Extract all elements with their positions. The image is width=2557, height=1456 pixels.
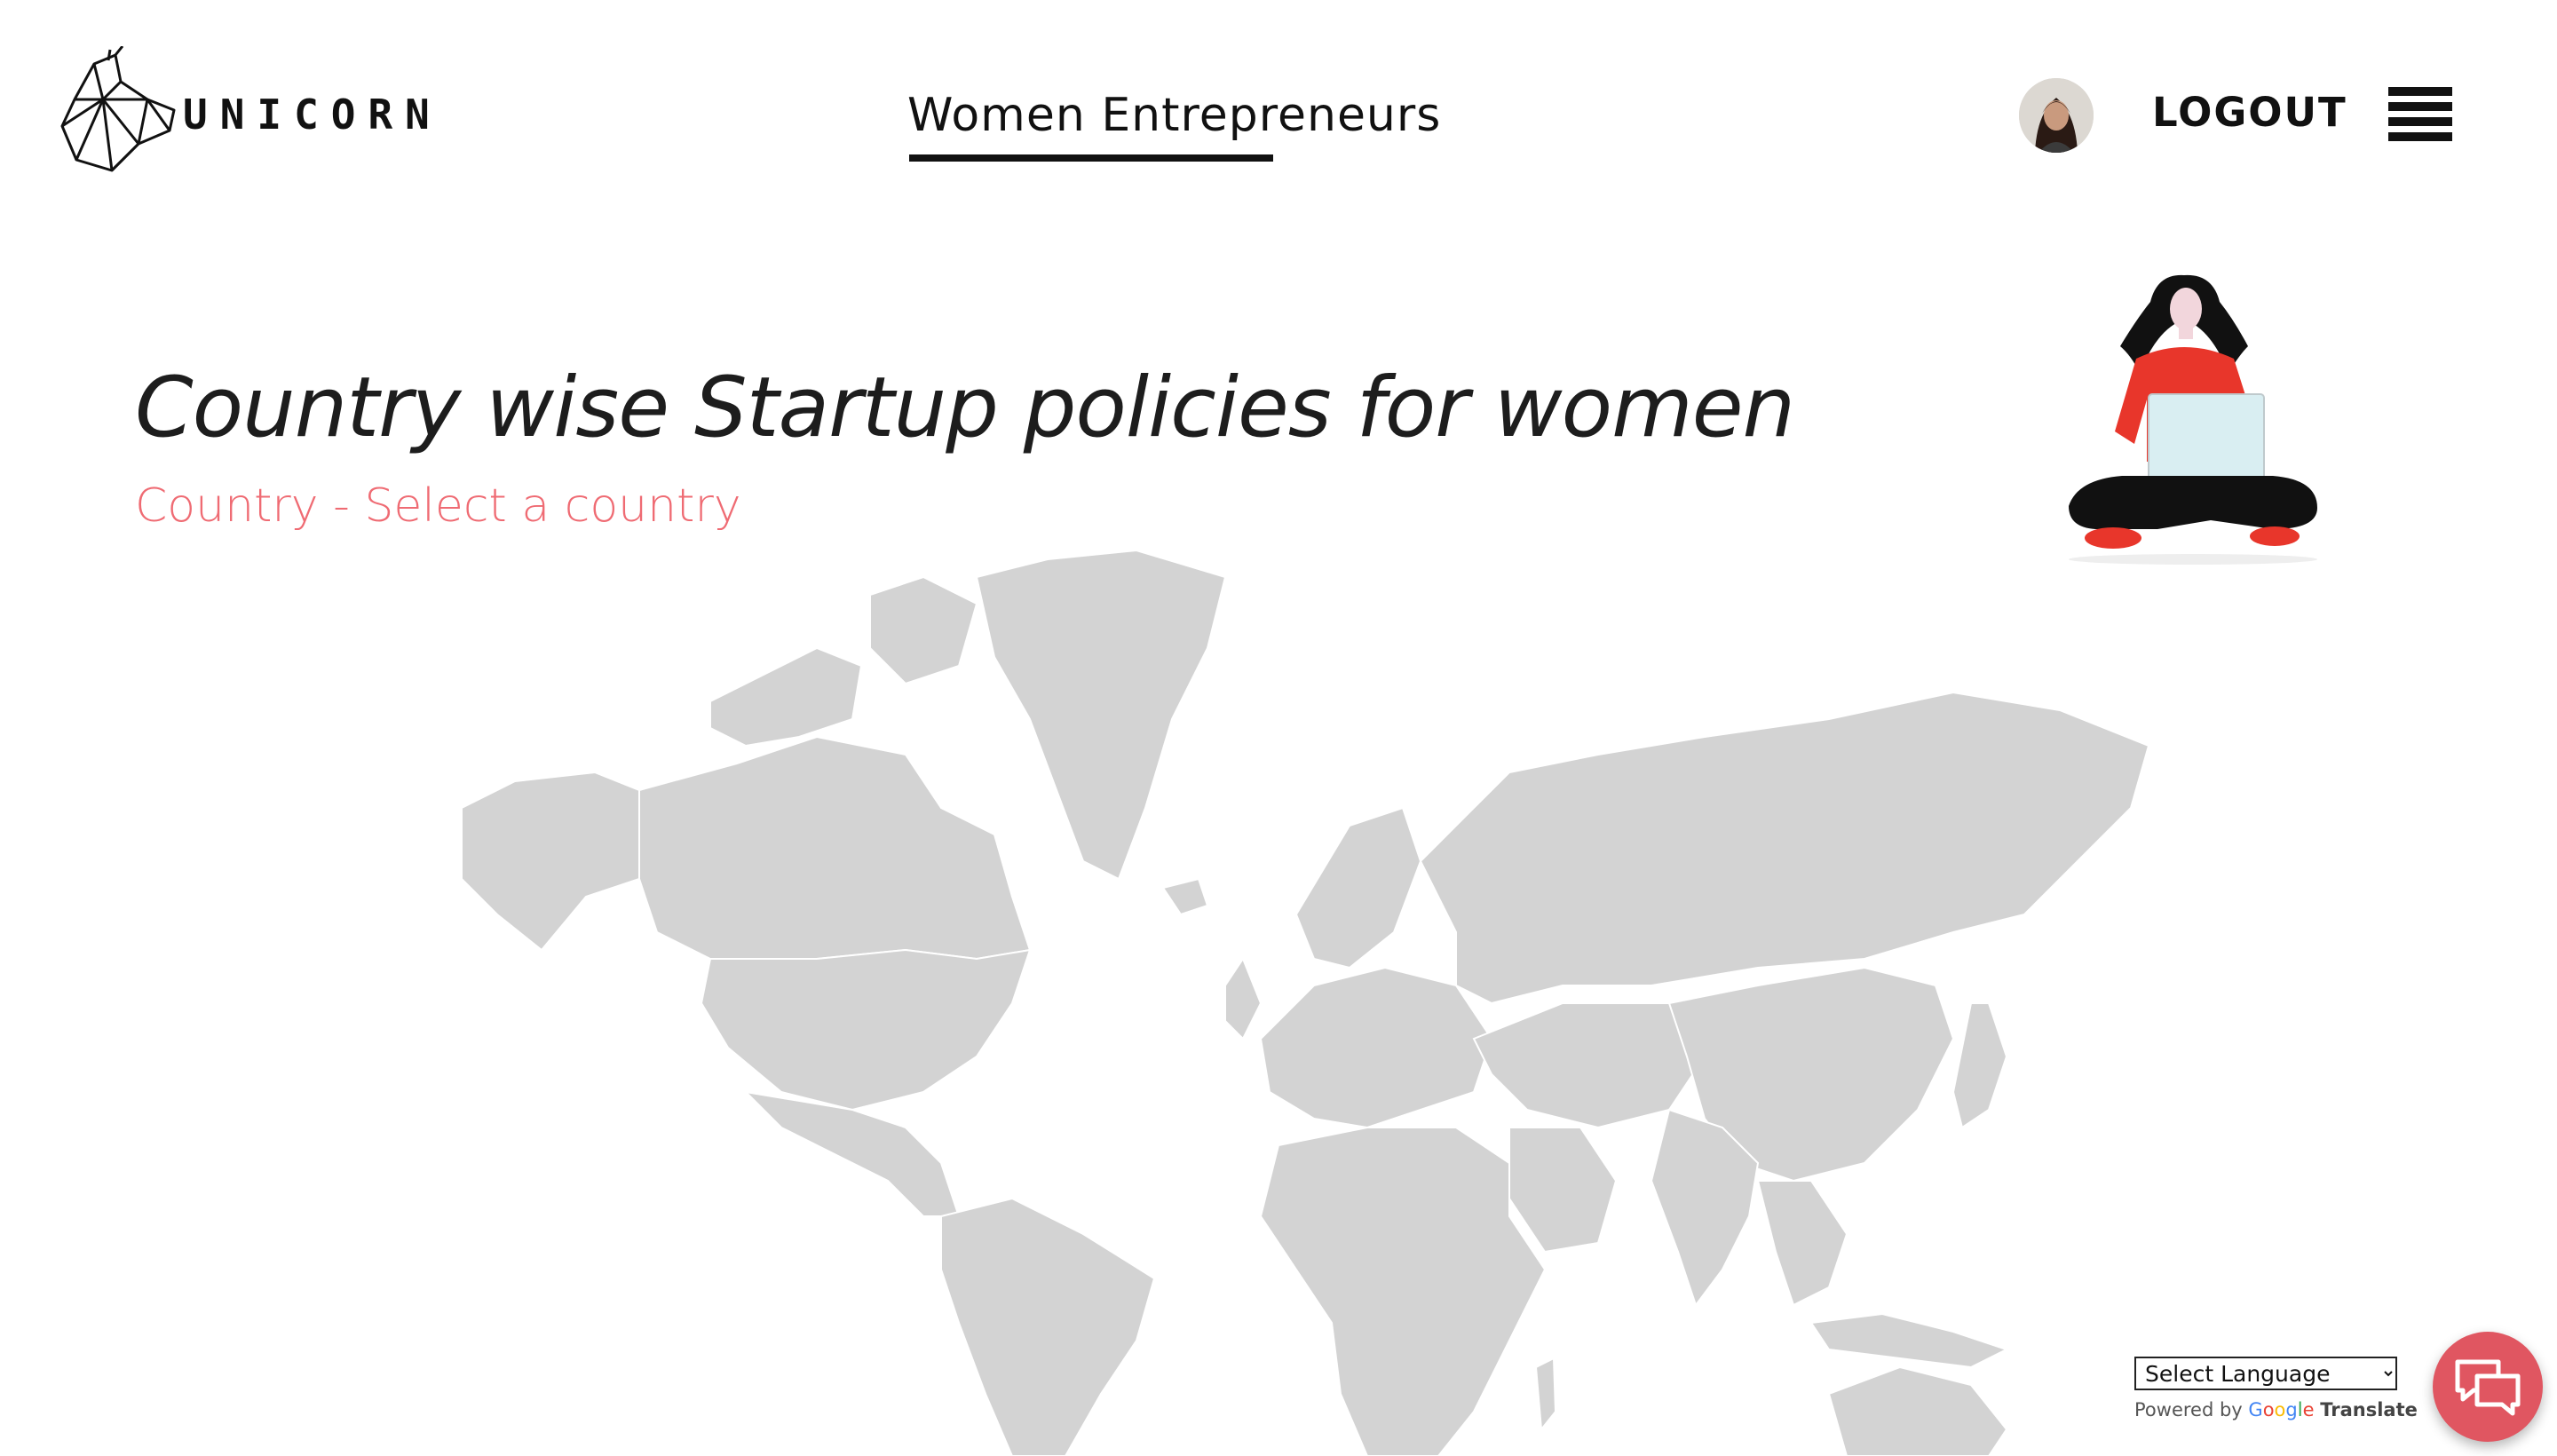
world-map[interactable] [444,542,2149,1456]
logout-button[interactable]: LOGOUT [2152,89,2347,136]
hamburger-bar [2388,87,2452,96]
chat-button[interactable] [2433,1332,2543,1442]
nav-women-entrepreneurs[interactable]: Women Entrepreneurs [907,89,1441,142]
hamburger-icon[interactable] [2388,87,2452,142]
map-region-canada [638,735,1032,961]
map-region-greenland [975,549,1227,881]
hamburger-bar [2388,132,2452,141]
translate-wordmark[interactable]: Translate [2320,1399,2418,1420]
map-region-baffin [869,575,978,685]
page-title: Country wise Startup policies for women [135,360,1795,456]
hamburger-bar [2388,102,2452,111]
powered-by-google: Powered by Google Translate [2134,1399,2418,1420]
map-region-australia [1827,1365,2008,1456]
map-region-madagascar [1534,1357,1557,1432]
map-region-uk [1224,956,1263,1041]
logo-wordmark: UNICORN [183,91,442,138]
map-region-arctic-islands [709,646,863,748]
user-avatar[interactable] [2019,78,2094,153]
hamburger-bar [2388,117,2452,126]
map-region-usa [700,948,1032,1112]
map-region-alaska [461,771,640,952]
google-translate-widget: Select Language Powered by Google Transl… [2134,1357,2418,1420]
country-selector-label[interactable]: Country - Select a country [135,479,741,533]
map-region-south-america [940,1197,1156,1456]
map-region-russia [1419,691,2149,1005]
map-region-mexico [743,1090,961,1217]
map-region-japan [1951,1002,2008,1129]
unicorn-head-icon [60,46,176,172]
map-region-scandinavia [1294,806,1422,969]
nav-active-underline [909,154,1273,162]
powered-by-label: Powered by [2134,1399,2243,1420]
unicorn-logo[interactable]: UNICORN [59,46,458,179]
google-wordmark[interactable]: Google [2248,1399,2320,1420]
map-region-southeast-asia [1756,1180,1848,1307]
map-region-africa [1259,1127,1547,1456]
map-region-arabia [1508,1127,1618,1254]
woman-laptop-illustration [2069,274,2317,565]
page: UNICORN Women Entrepreneurs LOGOUT Count… [0,0,2557,1456]
avatar-portrait-icon [2019,78,2094,153]
chat-bubbles-icon [2455,1359,2521,1416]
language-select[interactable]: Select Language [2134,1357,2397,1390]
map-region-indonesia [1809,1312,2009,1369]
map-region-europe [1259,966,1493,1129]
map-region-iceland [1161,877,1209,916]
map-region-central-asia [1472,1002,1706,1129]
